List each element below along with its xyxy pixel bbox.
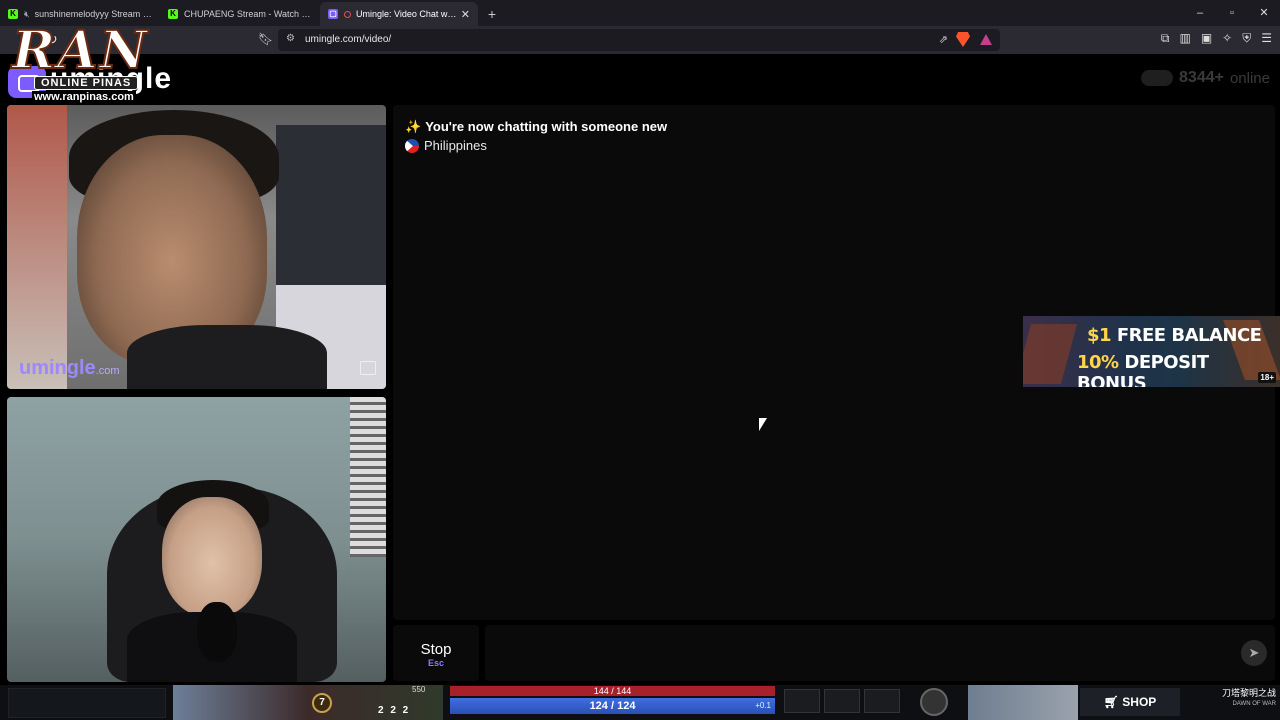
leo-ai-icon[interactable]: ✧ xyxy=(1222,31,1232,46)
health-bar: 144 / 144 xyxy=(450,686,775,696)
age-restriction-badge: 18+ xyxy=(1258,372,1276,383)
hud-minimap-panel xyxy=(8,688,166,718)
send-icon: ➤ xyxy=(1248,645,1260,660)
ran-logo-subtitle: ONLINE PINAS xyxy=(34,76,139,90)
mana-regen: +0.1 xyxy=(755,701,771,710)
item-slots xyxy=(784,689,900,713)
site-settings-icon[interactable]: ⚙ xyxy=(286,33,295,44)
tab-title: Umingle: Video Chat with Stra xyxy=(356,9,457,19)
ad-line-1: $1 FREE BALANCE xyxy=(1087,325,1262,346)
brave-shields-icon[interactable] xyxy=(956,32,970,47)
hero-kda: 2 2 2 xyxy=(378,705,411,716)
sparkles-icon: ✨ xyxy=(405,119,422,134)
share-icon[interactable]: ⇗ xyxy=(939,33,948,46)
minimize-button[interactable]: – xyxy=(1184,0,1216,26)
mana-value: 124 / 124 xyxy=(589,700,636,712)
shop-button[interactable]: 🛒︎ SHOP xyxy=(1080,688,1180,716)
item-slot[interactable] xyxy=(784,689,820,713)
brave-rewards-icon[interactable] xyxy=(980,34,992,45)
hero-gold: 550 xyxy=(412,685,426,694)
stop-button[interactable]: Stop Esc xyxy=(393,625,479,681)
send-button[interactable]: ➤ xyxy=(1241,640,1267,666)
maximize-button[interactable]: ▫ xyxy=(1216,0,1248,26)
report-flag-icon[interactable] xyxy=(360,361,376,375)
kick-icon: K xyxy=(168,9,178,19)
stranger-country: Philippines xyxy=(405,138,487,153)
online-indicator: 8344+ online xyxy=(1141,69,1270,87)
video-watermark: umingle.com xyxy=(19,357,120,379)
philippines-flag-icon xyxy=(405,138,419,153)
wallet-icon[interactable]: ▣ xyxy=(1201,31,1212,46)
ran-logo-title: RAN xyxy=(11,19,150,82)
stop-shortcut: Esc xyxy=(427,658,444,668)
window-controls: – ▫ ✕ xyxy=(1184,0,1280,26)
online-label: online xyxy=(1229,69,1270,87)
item-slot[interactable] xyxy=(864,689,900,713)
close-tab-icon[interactable]: ✕ xyxy=(461,8,470,21)
new-tab-button[interactable]: + xyxy=(480,2,504,26)
hud-map-preview xyxy=(968,685,1078,720)
menu-icon[interactable]: ☰ xyxy=(1261,31,1272,46)
message-input[interactable] xyxy=(495,641,1235,665)
tab-chupaeng[interactable]: K CHUPAENG Stream - Watch Live xyxy=(160,2,320,26)
cart-icon: 🛒︎ xyxy=(1103,695,1119,709)
ad-line-2: 10% DEPOSIT BONUS xyxy=(1077,352,1209,387)
casino-ad-banner[interactable]: $1 FREE BALANCE 10% DEPOSIT BONUS 18+ xyxy=(1023,316,1280,387)
ran-logo-url: www.ranpinas.com xyxy=(32,91,136,103)
tab-title: sunshinemelodyyy Stream - Watch xyxy=(34,9,152,19)
toolbar-actions: ⧉ ▥ ▣ ✧ ⛨ ☰ xyxy=(1161,31,1272,46)
event-logo: 刀塔黎明之战 DAWN OF WAR xyxy=(1221,688,1276,707)
umingle-icon: ▢ xyxy=(328,9,338,19)
browser-toolbar: ↻ 🔖︎ ⚙ umingle.com/video/ ⇗ ⧉ ▥ ▣ ✧ ⛨ ☰ xyxy=(0,26,1280,54)
chat-status-message: ✨ You're now chatting with someone new xyxy=(405,119,668,134)
tab-title: CHUPAENG Stream - Watch Live xyxy=(184,9,312,19)
online-toggle[interactable] xyxy=(1141,70,1174,86)
mouse-cursor-icon xyxy=(759,418,767,431)
bookmark-icon[interactable]: 🔖︎ xyxy=(258,32,273,46)
online-count: 8344+ xyxy=(1179,69,1224,86)
hero-level-badge: 7 xyxy=(312,693,332,713)
kick-icon: K xyxy=(8,9,18,19)
muted-speaker-icon[interactable]: 🔇︎ xyxy=(24,9,30,20)
screenshot-icon[interactable]: ⧉ xyxy=(1161,31,1170,46)
stop-label: Stop xyxy=(420,641,452,658)
item-slot[interactable] xyxy=(824,689,860,713)
close-window-button[interactable]: ✕ xyxy=(1248,0,1280,26)
page-content: umingle RAN ONLINE PINAS www.ranpinas.co… xyxy=(0,19,1280,720)
recording-icon xyxy=(344,10,351,18)
address-bar[interactable]: ⚙ umingle.com/video/ ⇗ xyxy=(278,29,1000,51)
stranger-video: umingle.com xyxy=(7,105,386,389)
message-box: ➤ xyxy=(485,625,1275,681)
browser-tab-strip: K 🔇︎ sunshinemelodyyy Stream - Watch K C… xyxy=(0,0,1280,26)
url-text[interactable]: umingle.com/video/ xyxy=(305,34,391,45)
ran-online-pinas-overlay-logo: RAN ONLINE PINAS www.ranpinas.com xyxy=(10,19,178,103)
teleport-scroll-icon[interactable] xyxy=(920,688,948,716)
sidebar-icon[interactable]: ▥ xyxy=(1179,31,1190,46)
mana-bar: 124 / 124 +0.1 xyxy=(450,698,775,714)
vpn-icon[interactable]: ⛨ xyxy=(1242,31,1251,46)
tab-umingle[interactable]: ▢ Umingle: Video Chat with Stra ✕ xyxy=(320,2,478,26)
game-hud-strip: 7 550 2 2 2 144 / 144 124 / 124 +0.1 🛒︎ … xyxy=(0,685,1280,720)
self-video xyxy=(7,397,386,682)
